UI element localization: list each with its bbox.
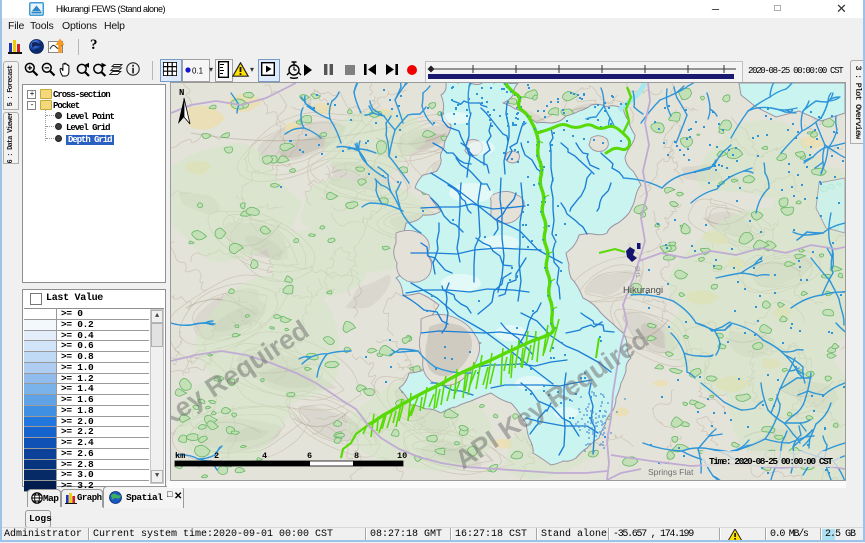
- svg-text:8: 8: [354, 451, 359, 461]
- svg-text:6: 6: [307, 451, 312, 461]
- svg-text:km: km: [175, 451, 185, 461]
- svg-text:Time: 2020-08-25 00:00:00 CST: Time: 2020-08-25 00:00:00 CST: [709, 456, 833, 467]
- svg-text:4: 4: [262, 451, 267, 461]
- svg-text:2: 2: [214, 451, 219, 461]
- svg-text:N: N: [179, 88, 184, 98]
- svg-text:Hikurangi: Hikurangi: [623, 285, 663, 296]
- svg-text:0.1: 0.1: [192, 67, 204, 76]
- svg-text:Springs Flat: Springs Flat: [648, 467, 694, 477]
- svg-text:10: 10: [397, 451, 407, 461]
